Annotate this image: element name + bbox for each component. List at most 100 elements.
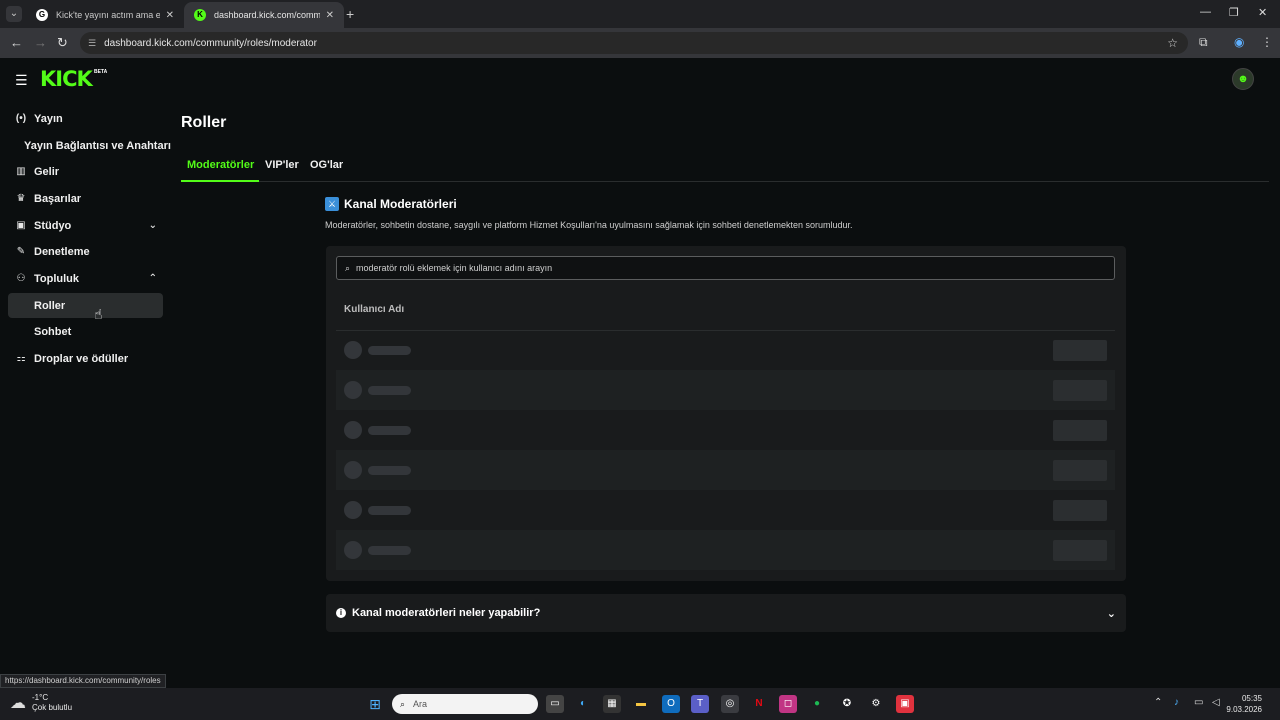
sidebar-item-label: Sohbet xyxy=(34,325,72,338)
address-bar[interactable]: ☰ dashboard.kick.com/community/roles/mod… xyxy=(80,32,1188,54)
sidebar-item-stream-key[interactable]: Yayın Bağlantısı ve Anahtarı xyxy=(20,133,171,158)
clock[interactable]: 05:35 9.03.2026 xyxy=(1222,693,1262,715)
avatar-skeleton xyxy=(344,421,362,439)
sidebar-item-basarilar[interactable]: ♛ Başarılar xyxy=(8,186,163,211)
game-icon[interactable]: ✪ xyxy=(838,695,856,713)
steam-icon[interactable]: ⚙ xyxy=(867,695,885,713)
chevron-down-icon: ⌄ xyxy=(1106,607,1116,620)
tab-moderators[interactable]: Moderatörler xyxy=(187,159,254,171)
chevron-up-icon[interactable]: ⌃ xyxy=(149,273,157,284)
name-skeleton xyxy=(368,426,411,435)
netflix-icon[interactable]: N xyxy=(750,695,768,713)
minimize-icon[interactable]: — xyxy=(1200,6,1211,18)
active-tab-indicator xyxy=(181,180,259,182)
kick-logo[interactable]: KICK xyxy=(40,67,93,91)
avatar-skeleton xyxy=(344,381,362,399)
action-skeleton xyxy=(1053,340,1107,361)
beta-badge: BETA xyxy=(94,69,108,75)
close-window-icon[interactable]: ✕ xyxy=(1258,6,1267,19)
restore-icon[interactable]: ❐ xyxy=(1229,6,1239,19)
table-row-skeleton xyxy=(336,330,1115,370)
gift-icon: ⚏ xyxy=(16,353,26,364)
search-placeholder: moderatör rolü eklemek için kullanıcı ad… xyxy=(356,263,553,273)
site-info-icon[interactable]: ☰ xyxy=(88,38,96,49)
profile-icon[interactable]: ◉ xyxy=(1234,35,1244,49)
monitor-icon[interactable]: ▭ xyxy=(1194,697,1203,708)
name-skeleton xyxy=(368,346,411,355)
chrome-icon[interactable]: ◎ xyxy=(721,695,739,713)
sidebar-item-label: Roller xyxy=(34,299,66,312)
browser-tab[interactable]: G Kick'te yayını actım ama ekran g ✕ xyxy=(26,2,184,28)
avatar-skeleton xyxy=(344,501,362,519)
close-tab-icon[interactable]: ✕ xyxy=(326,10,334,21)
sidebar-item-droplar[interactable]: ⚏ Droplar ve ödüller xyxy=(8,346,163,371)
action-skeleton xyxy=(1053,540,1107,561)
app-red-icon[interactable]: ▣ xyxy=(896,695,914,713)
kick-dashboard: ☰ KICK BETA ☻ (•) Yayın Yayın Bağlantısı… xyxy=(0,58,1280,688)
bookmark-star-icon[interactable]: ☆ xyxy=(1167,36,1178,50)
tray-chevron-icon[interactable]: ⌃ xyxy=(1154,697,1162,708)
spotify-icon[interactable]: ● xyxy=(808,695,826,713)
extensions-icon[interactable]: ⧉ xyxy=(1199,35,1208,50)
clock-date: 9.03.2026 xyxy=(1226,705,1262,714)
browser-tab-active[interactable]: K dashboard.kick.com/communit ✕ xyxy=(184,2,344,28)
microphone-icon[interactable]: ♪ xyxy=(1174,697,1179,708)
status-link-url: https://dashboard.kick.com/community/rol… xyxy=(0,674,166,688)
new-tab-icon[interactable]: + xyxy=(346,6,354,22)
clock-time: 05:35 xyxy=(1241,694,1262,703)
table-row-skeleton xyxy=(336,410,1115,450)
moderator-search-input[interactable]: ⌕ moderatör rolü eklemek için kullanıcı … xyxy=(336,256,1115,280)
close-tab-icon[interactable]: ✕ xyxy=(166,10,174,21)
user-avatar[interactable]: ☻ xyxy=(1232,68,1254,90)
tab-label: dashboard.kick.com/communit xyxy=(214,10,320,20)
sidebar-item-label: Topluluk xyxy=(34,272,80,285)
sidebar-item-studyo[interactable]: ▣ Stüdyo ⌄ xyxy=(8,213,163,238)
browser-menu-icon[interactable]: ⋮ xyxy=(1261,35,1273,49)
teams-icon[interactable]: T xyxy=(691,695,709,713)
table-row-skeleton xyxy=(336,490,1115,530)
weather-widget[interactable]: ☁ -1°C Çok bulutlu xyxy=(10,693,72,713)
faq-accordion[interactable]: i Kanal moderatörleri neler yapabilir? ⌄ xyxy=(326,594,1126,632)
task-view-icon[interactable]: ▭ xyxy=(546,695,564,713)
edge-icon[interactable]: ◐ xyxy=(574,695,592,713)
reload-icon[interactable]: ↻ xyxy=(57,35,68,51)
name-skeleton xyxy=(368,386,411,395)
hand-cursor-icon: ☝ xyxy=(94,306,103,322)
forward-icon[interactable]: → xyxy=(34,35,47,50)
store-icon[interactable]: ▦ xyxy=(603,695,621,713)
sidebar-item-roller[interactable]: · Roller xyxy=(8,293,163,318)
sidebar-item-label: Başarılar xyxy=(34,192,82,205)
action-skeleton xyxy=(1053,420,1107,441)
weather-temp: -1°C xyxy=(32,693,49,702)
table-row-skeleton xyxy=(336,370,1115,410)
sidebar-item-yayin[interactable]: (•) Yayın xyxy=(8,106,163,131)
file-explorer-icon[interactable]: ▬ xyxy=(632,695,650,713)
sidebar-item-sohbet[interactable]: · Sohbet xyxy=(8,319,163,344)
speaker-icon[interactable]: ◁ xyxy=(1212,697,1220,708)
sidebar-item-topluluk[interactable]: ⚇ Topluluk ⌃ xyxy=(8,266,163,291)
taskbar-search[interactable]: ⌕ Ara xyxy=(392,694,538,714)
tab-ogs[interactable]: OG'lar xyxy=(310,159,343,171)
action-skeleton xyxy=(1053,380,1107,401)
faq-title: Kanal moderatörleri neler yapabilir? xyxy=(352,607,541,619)
sidebar-item-label: Yayın xyxy=(34,112,63,125)
name-skeleton xyxy=(368,466,411,475)
sidebar-item-label: Yayın Bağlantısı ve Anahtarı xyxy=(24,139,171,152)
sidebar-item-gelir[interactable]: ▥ Gelir xyxy=(8,159,163,184)
action-skeleton xyxy=(1053,500,1107,521)
sidebar-item-label: Gelir xyxy=(34,165,60,178)
sidebar-item-denetleme[interactable]: ✎ Denetleme xyxy=(8,239,163,264)
tab-search-chevron-icon[interactable]: ⌄ xyxy=(6,6,22,22)
column-header-username: Kullanıcı Adı xyxy=(344,304,405,315)
page-title: Roller xyxy=(181,114,227,131)
tab-vips[interactable]: VIP'ler xyxy=(265,159,299,171)
browser-toolbar: ← → ↻ ☰ dashboard.kick.com/community/rol… xyxy=(0,28,1280,58)
outlook-icon[interactable]: O xyxy=(662,695,680,713)
instagram-icon[interactable]: ◻ xyxy=(779,695,797,713)
windows-start-icon[interactable]: ⊞ xyxy=(366,695,384,713)
back-icon[interactable]: ← xyxy=(10,35,23,50)
menu-icon[interactable]: ☰ xyxy=(15,72,28,89)
chevron-down-icon[interactable]: ⌄ xyxy=(149,220,157,231)
kick-favicon-icon: K xyxy=(194,9,206,21)
avatar-skeleton xyxy=(344,461,362,479)
